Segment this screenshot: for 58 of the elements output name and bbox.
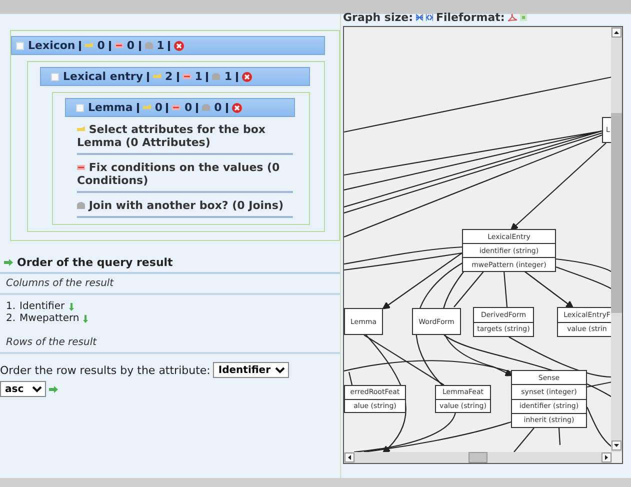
attribute-count: 0 [154,101,162,114]
column-name: Identifier [20,301,65,313]
order-label: Order the row results by the attribute: [0,364,210,376]
down-arrow-icon[interactable] [68,303,74,311]
joins-link[interactable]: Join with another box? (0 Joins) [77,199,293,212]
join-icon [144,42,153,49]
box-icon [51,72,59,80]
join-count: 1 [224,70,232,83]
box-header[interactable]: Lemma 0 0 0 [65,98,295,117]
box-title: Lexical entry [63,70,144,83]
subheading: Rows of the result [0,333,340,354]
section-title: Order of the query result [17,256,173,269]
graph-size-label: Graph size: [343,11,413,24]
box-header[interactable]: Lexicon 0 0 1 [11,36,325,55]
arrow-icon[interactable] [49,386,58,392]
vertical-scrollbar[interactable] [611,27,622,452]
fileformat-label: Fileformat: [436,11,505,24]
column-number: 2. [6,313,16,325]
delete-icon[interactable] [174,40,184,50]
arrow-icon [4,259,13,266]
condition-count: 1 [194,70,202,83]
box-icon [16,42,24,50]
join-count: 0 [214,101,222,114]
join-icon [202,104,210,111]
attribute-count: 2 [165,70,173,83]
attribute-count: 0 [97,39,105,52]
attribute-icon [77,126,85,133]
condition-count: 0 [126,39,135,52]
box-icon [76,104,84,112]
box-title: Lexicon [28,39,76,52]
attribute-icon [153,73,162,80]
direction-select[interactable]: asc [0,381,46,397]
join-icon [77,202,85,209]
column-name: Mwepattern [20,313,80,325]
attribute-select[interactable]: Identifier [213,362,290,378]
box-header[interactable]: Lexical entry 2 1 1 [40,67,310,86]
subheading: Columns of the result [0,274,340,295]
delete-icon[interactable] [232,102,242,112]
delete-icon[interactable] [242,72,252,82]
condition-count: 0 [184,101,192,114]
horizontal-scrollbar[interactable] [344,452,612,463]
image-icon[interactable] [520,14,527,21]
condition-icon [77,164,85,171]
pdf-icon[interactable] [508,14,517,22]
box-title: Lemma [88,101,133,114]
join-count: 1 [156,39,164,52]
attributes-link[interactable]: Select attributes for the box Lemma (0 Attributes) [77,123,293,149]
zoom-in-icon[interactable] [416,14,423,21]
join-icon [212,73,220,80]
column-number: 1. [6,301,16,313]
down-arrow-icon[interactable] [83,315,88,323]
condition-icon [172,104,180,111]
attribute-icon [142,104,151,111]
attribute-icon [85,42,94,49]
conditions-link[interactable]: Fix conditions on the values (0 Conditions) [77,161,293,187]
zoom-out-icon[interactable] [426,14,433,21]
condition-icon [114,42,123,49]
condition-icon [182,73,191,80]
